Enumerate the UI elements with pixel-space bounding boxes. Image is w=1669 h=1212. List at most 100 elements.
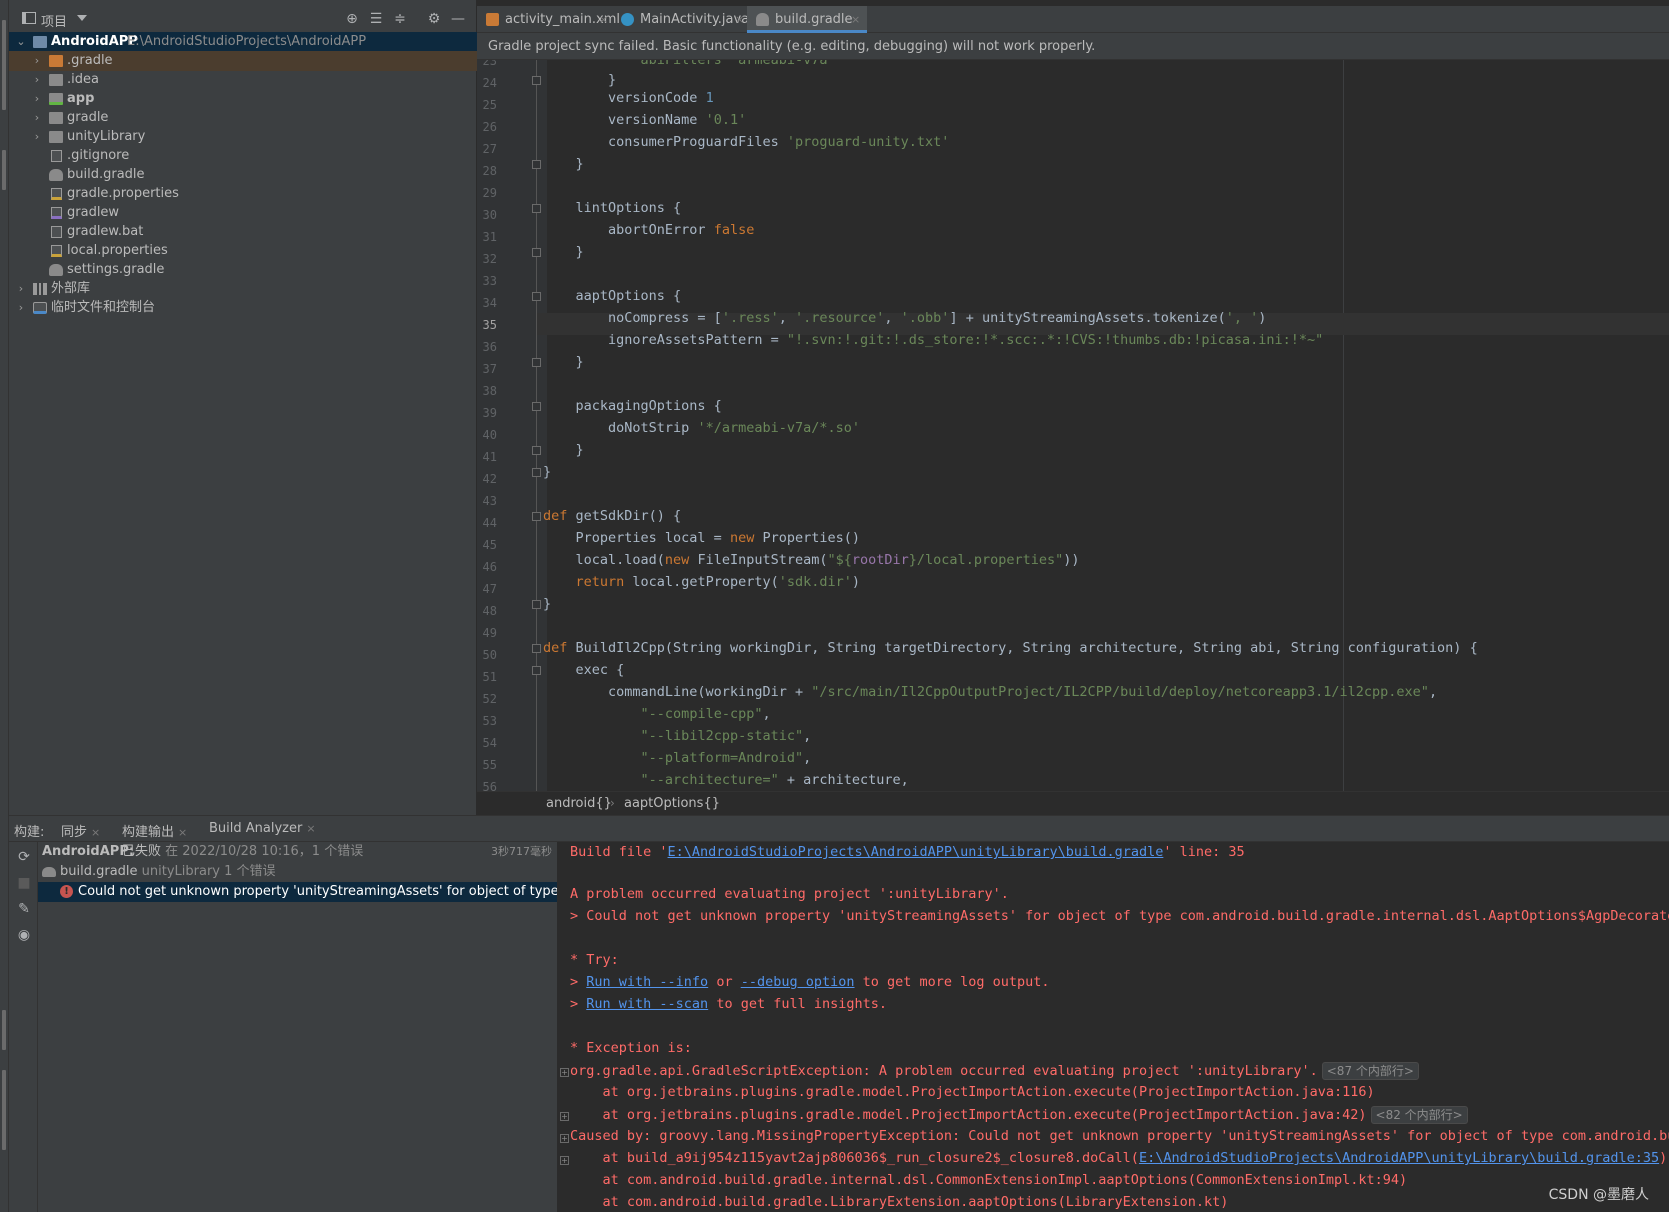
- code-line-23: abiFilters 'armeabi-v7a': [543, 60, 836, 68]
- project-panel-header: 项目 ⊕ ☰ ≑ ⚙ —: [9, 6, 477, 32]
- favorites-tool-window-handle[interactable]: [2, 1010, 6, 1050]
- code-line-56: "--architecture=" + architecture,: [640, 772, 909, 788]
- fold-marker-icon[interactable]: [532, 248, 541, 257]
- build-root-row[interactable]: AndroidAPP: 已失败 在 2022/10/28 10:16，1 个错误…: [38, 842, 557, 862]
- tree-item-external-libraries[interactable]: › 外部库: [9, 279, 477, 299]
- error-icon: !: [60, 885, 73, 898]
- internal-lines-badge[interactable]: <87 个内部行>: [1321, 1062, 1419, 1080]
- line-number: 56: [482, 780, 497, 791]
- breadcrumb: android{} › aaptOptions{}: [477, 791, 1669, 815]
- console-line: at org.jetbrains.plugins.gradle.model.Pr…: [570, 1084, 1375, 1100]
- fold-marker-icon[interactable]: [532, 512, 541, 521]
- run-with-info-link[interactable]: Run with --info: [586, 974, 708, 990]
- close-icon[interactable]: ×: [306, 822, 315, 835]
- expand-icon[interactable]: +: [560, 1134, 569, 1143]
- eye-icon[interactable]: ◉: [15, 926, 33, 944]
- tree-item-build-gradle[interactable]: build.gradle: [9, 165, 477, 185]
- chevron-right-icon[interactable]: ›: [31, 51, 43, 71]
- close-icon[interactable]: ×: [599, 6, 608, 33]
- expand-icon[interactable]: +: [560, 1156, 569, 1165]
- expand-all-icon[interactable]: ☰: [367, 10, 385, 28]
- refresh-icon[interactable]: ⟳: [15, 848, 33, 866]
- fold-marker-icon[interactable]: [532, 160, 541, 169]
- tree-item-label: 临时文件和控制台: [51, 300, 156, 315]
- chevron-right-icon[interactable]: ›: [31, 127, 43, 147]
- tree-item-label: unityLibrary: [67, 129, 146, 144]
- line-number: 27: [482, 142, 497, 156]
- tab-build-output[interactable]: 构建输出 ×: [122, 821, 187, 840]
- console-line: at com.android.build.gradle.LibraryExten…: [570, 1194, 1229, 1210]
- chevron-down-icon[interactable]: [77, 15, 87, 21]
- tree-item-label: gradlew: [67, 205, 120, 220]
- fold-marker-icon[interactable]: [532, 600, 541, 609]
- gear-icon[interactable]: ⚙: [425, 10, 443, 28]
- tab-mainactivity-java[interactable]: MainActivity.java ×: [612, 6, 749, 33]
- debug-option-link[interactable]: --debug option: [741, 974, 855, 990]
- fold-marker-icon[interactable]: [532, 446, 541, 455]
- tree-item-gradle-properties[interactable]: gradle.properties: [9, 184, 477, 204]
- expand-icon[interactable]: +: [560, 1112, 569, 1121]
- folder-icon: [49, 112, 63, 124]
- line-number: 29: [482, 186, 497, 200]
- tab-build-analyzer[interactable]: Build Analyzer ×: [209, 821, 316, 836]
- tree-item-idea[interactable]: › .idea: [9, 70, 477, 90]
- scratch-icon: [33, 302, 47, 314]
- close-icon[interactable]: ×: [735, 6, 744, 33]
- collapse-all-icon[interactable]: ≑: [391, 10, 409, 28]
- fold-marker-icon[interactable]: [532, 468, 541, 477]
- fold-marker-icon[interactable]: [532, 358, 541, 367]
- close-icon[interactable]: ×: [178, 826, 187, 839]
- build-console[interactable]: Build file 'E:\AndroidStudioProjects\And…: [558, 842, 1669, 1212]
- file-link[interactable]: E:\AndroidStudioProjects\AndroidAPP\unit…: [668, 844, 1164, 860]
- pin-icon[interactable]: ✎: [15, 900, 33, 918]
- structure-tool-window-handle[interactable]: [2, 150, 6, 190]
- close-icon[interactable]: ×: [851, 6, 860, 33]
- bookmarks-tool-window-handle[interactable]: [2, 1070, 6, 1150]
- code-line-31: abortOnError false: [543, 222, 755, 238]
- tree-item-root[interactable]: ⌄ AndroidAPP E:\AndroidStudioProjects\An…: [9, 32, 477, 52]
- tree-item-unitylibrary[interactable]: › unityLibrary: [9, 127, 477, 147]
- tree-item-app[interactable]: › app: [9, 89, 477, 109]
- chevron-down-icon[interactable]: ⌄: [15, 32, 27, 52]
- breadcrumb-item-aaptoptions[interactable]: aaptOptions{}: [624, 796, 720, 811]
- tree-item-gradle[interactable]: › gradle: [9, 108, 477, 128]
- console-line: A problem occurred evaluating project ':…: [570, 886, 1009, 902]
- fold-marker-icon[interactable]: [532, 402, 541, 411]
- file-link[interactable]: E:\AndroidStudioProjects\AndroidAPP\unit…: [1139, 1150, 1659, 1166]
- run-with-scan-link[interactable]: Run with --scan: [586, 996, 708, 1012]
- build-error-row[interactable]: ! Could not get unknown property 'unityS…: [38, 882, 557, 902]
- tree-item-gitignore[interactable]: .gitignore: [9, 146, 477, 166]
- project-tool-window-handle[interactable]: [2, 20, 6, 110]
- build-file-row[interactable]: build.gradle unityLibrary 1 个错误: [38, 862, 557, 882]
- fold-marker-icon[interactable]: [532, 644, 541, 653]
- code-editor[interactable]: 23 24 25 26 27 28 29 30 31 32 33 34 35 36 37 38 39 40 41 42…: [477, 60, 1669, 791]
- tree-item-scratches[interactable]: › 临时文件和控制台: [9, 298, 477, 318]
- stop-icon[interactable]: ■: [15, 874, 33, 892]
- chevron-right-icon[interactable]: ›: [31, 70, 43, 90]
- close-icon[interactable]: ×: [91, 826, 100, 839]
- folder-icon: [49, 55, 63, 67]
- console-line: * Try:: [570, 952, 619, 968]
- tab-build-gradle[interactable]: build.gradle ×: [747, 6, 867, 33]
- chevron-right-icon[interactable]: ›: [31, 108, 43, 128]
- tree-item-gradle-dir[interactable]: › .gradle: [9, 51, 477, 71]
- fold-marker-icon[interactable]: [532, 666, 541, 675]
- expand-icon[interactable]: +: [560, 1068, 569, 1077]
- fold-marker-icon[interactable]: [532, 76, 541, 85]
- chevron-right-icon[interactable]: ›: [15, 298, 27, 318]
- tree-item-settings-gradle[interactable]: settings.gradle: [9, 260, 477, 280]
- minimize-icon[interactable]: —: [449, 10, 467, 28]
- chevron-right-icon[interactable]: ›: [31, 89, 43, 109]
- file-icon: [51, 150, 62, 162]
- tree-item-gradlew-bat[interactable]: gradlew.bat: [9, 222, 477, 242]
- tree-item-gradlew[interactable]: gradlew: [9, 203, 477, 223]
- internal-lines-badge[interactable]: <82 个内部行>: [1370, 1106, 1468, 1124]
- locate-icon[interactable]: ⊕: [343, 10, 361, 28]
- fold-marker-icon[interactable]: [532, 292, 541, 301]
- tab-activity-main-xml[interactable]: activity_main.xml ×: [477, 6, 620, 33]
- project-panel-title[interactable]: 项目: [41, 11, 67, 30]
- chevron-right-icon[interactable]: ›: [15, 279, 27, 299]
- tree-item-local-properties[interactable]: local.properties: [9, 241, 477, 261]
- fold-marker-icon[interactable]: [532, 204, 541, 213]
- breadcrumb-item-android[interactable]: android{}: [546, 796, 612, 811]
